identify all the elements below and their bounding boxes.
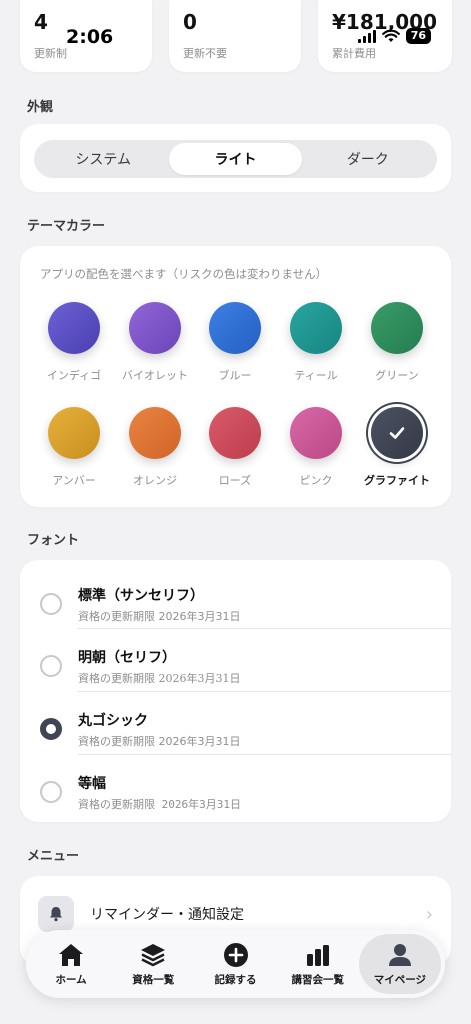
check-icon — [371, 407, 423, 459]
bar-chart-icon — [306, 944, 329, 966]
radio-button[interactable] — [40, 593, 62, 615]
font-name: 丸ゴシック — [78, 713, 148, 729]
stat-value: 0 — [183, 10, 197, 34]
status-time: 2:06 — [66, 26, 114, 48]
layers-icon — [141, 943, 166, 966]
segment-light[interactable]: ライト — [169, 143, 302, 175]
color-circle — [48, 302, 100, 354]
stat-label: 更新制 — [34, 47, 67, 60]
status-icons: 76 — [357, 28, 431, 44]
swatch-teal[interactable]: ティール — [276, 302, 356, 383]
swatch-green[interactable]: グリーン — [357, 302, 437, 383]
tab-label: 講習会一覧 — [291, 973, 344, 986]
section-title-theme: テーマカラー — [27, 219, 106, 234]
swatch-indigo[interactable]: インディゴ — [34, 302, 114, 383]
swatch-label: グラファイト — [364, 474, 430, 487]
font-sample: 資格の更新期限 2026年3月31日 — [78, 798, 241, 811]
appearance-card: システム ライト ダーク — [20, 124, 451, 192]
color-circle — [129, 407, 181, 459]
color-circle — [48, 407, 100, 459]
tab-qualifications[interactable]: 資格一覧 — [112, 934, 194, 994]
tab-label: 記録する — [214, 973, 257, 986]
font-option-mono[interactable]: 等幅 資格の更新期限 2026年3月31日 — [20, 754, 451, 816]
swatch-amber[interactable]: アンバー — [34, 407, 114, 488]
home-icon — [59, 943, 84, 966]
font-option-sans[interactable]: 標準（サンセリフ） 資格の更新期限 2026年3月31日 — [20, 566, 451, 628]
section-title-font: フォント — [27, 533, 80, 548]
swatch-label: ブルー — [218, 369, 252, 382]
theme-card: アプリの配色を選べます（リスクの色は変わりません） インディゴ バイオレット ブ… — [20, 246, 451, 507]
color-circle — [290, 407, 342, 459]
font-card: 標準（サンセリフ） 資格の更新期限 2026年3月31日 明朝（セリフ） 資格の… — [20, 560, 451, 822]
color-circle — [290, 302, 342, 354]
font-sample: 資格の更新期限 2026年3月31日 — [78, 735, 241, 748]
color-circle — [209, 302, 261, 354]
swatch-label: グリーン — [375, 369, 419, 382]
tab-home[interactable]: ホーム — [30, 934, 112, 994]
stat-value: 4 — [34, 10, 48, 34]
color-circle — [129, 302, 181, 354]
plus-circle-icon — [223, 942, 248, 967]
font-name: 明朝（セリフ） — [78, 650, 176, 666]
color-circle — [371, 302, 423, 354]
swatch-label: インディゴ — [46, 369, 102, 382]
radio-button-selected[interactable] — [40, 718, 62, 740]
stat-label: 累計費用 — [332, 47, 376, 60]
theme-hint: アプリの配色を選べます（リスクの色は変わりません） — [40, 267, 328, 281]
swatch-rose[interactable]: ローズ — [195, 407, 275, 488]
segment-dark[interactable]: ダーク — [302, 143, 434, 175]
radio-button[interactable] — [40, 655, 62, 677]
font-option-rounded[interactable]: 丸ゴシック 資格の更新期限 2026年3月31日 — [20, 691, 451, 753]
swatch-label: ピンク — [299, 474, 333, 487]
swatch-label: ローズ — [218, 474, 252, 487]
tab-courses[interactable]: 講習会一覧 — [277, 934, 359, 994]
segment-system[interactable]: システム — [37, 143, 169, 175]
color-circle — [209, 407, 261, 459]
swatch-blue[interactable]: ブルー — [195, 302, 275, 383]
tab-label: ホーム — [55, 973, 87, 986]
tab-bar: ホーム 資格一覧 記録する 講習会一覧 マイページ — [26, 930, 445, 998]
bell-icon — [38, 896, 74, 932]
swatch-label: ティール — [294, 369, 338, 382]
tab-label: マイページ — [373, 973, 427, 986]
wifi-icon — [381, 29, 400, 42]
battery-icon: 76 — [405, 28, 431, 44]
tab-record[interactable]: 記録する — [194, 934, 276, 994]
swatch-orange[interactable]: オレンジ — [115, 407, 195, 488]
swatch-pink[interactable]: ピンク — [276, 407, 356, 488]
font-sample: 資格の更新期限 2026年3月31日 — [78, 672, 241, 685]
swatch-violet[interactable]: バイオレット — [115, 302, 195, 383]
section-title-menu: メニュー — [27, 849, 80, 864]
tab-mypage[interactable]: マイページ — [358, 934, 442, 994]
swatch-label: アンバー — [52, 474, 96, 487]
font-name: 標準（サンセリフ） — [78, 588, 204, 604]
swatch-label: バイオレット — [122, 369, 188, 382]
swatch-label: オレンジ — [133, 474, 177, 487]
radio-button[interactable] — [40, 781, 62, 803]
tab-label: 資格一覧 — [132, 973, 175, 986]
person-icon — [388, 943, 411, 966]
signal-icon — [357, 29, 376, 43]
font-name: 等幅 — [78, 776, 106, 792]
font-option-serif[interactable]: 明朝（セリフ） 資格の更新期限 2026年3月31日 — [20, 628, 451, 690]
stat-card-no-renewal[interactable]: 0 更新不要 — [169, 0, 301, 72]
swatch-graphite[interactable]: グラファイト — [357, 407, 437, 488]
section-title-appearance: 外観 — [27, 100, 54, 115]
stat-label: 更新不要 — [183, 47, 227, 60]
font-sample: 資格の更新期限 2026年3月31日 — [78, 610, 241, 623]
appearance-segmented-control: システム ライト ダーク — [34, 140, 437, 178]
chevron-right-icon: › — [425, 904, 433, 925]
menu-item-label: リマインダー・通知設定 — [90, 907, 244, 923]
color-circle — [371, 407, 423, 459]
